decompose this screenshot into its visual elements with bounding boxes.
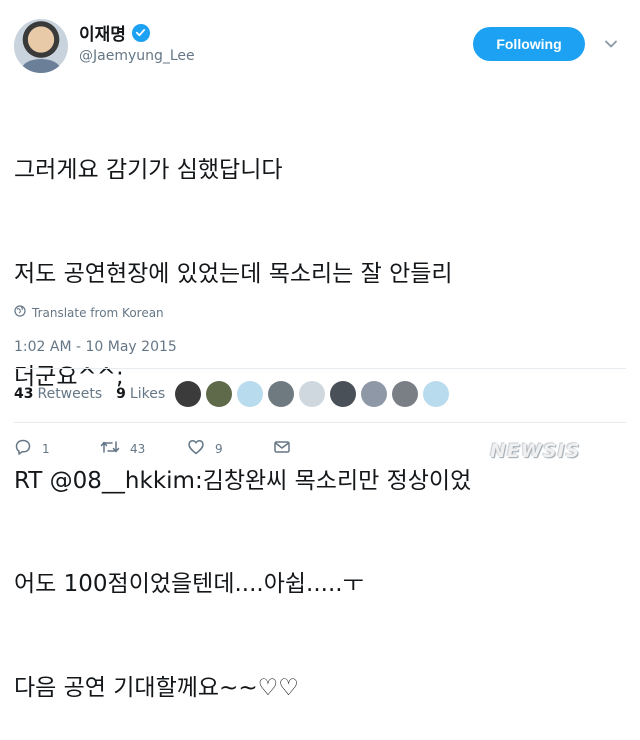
tweet-line: 저도 공연현장에 있었는데 목소리는 잘 안들리 <box>14 260 453 287</box>
retweets-label: Retweets <box>37 386 103 402</box>
envelope-icon <box>273 439 291 458</box>
globe-icon <box>14 305 26 320</box>
reply-count: 1 <box>42 441 50 456</box>
retweet-count: 43 <box>130 441 146 456</box>
likes-label: Likes <box>129 386 166 402</box>
name-row: 이재명 <box>79 20 150 45</box>
liker-avatar[interactable] <box>206 381 232 407</box>
likes-count: 9 <box>116 386 126 402</box>
newsis-watermark: NEWSIS <box>490 440 581 462</box>
likes-stat[interactable]: 9 Likes <box>116 386 165 402</box>
tweet-line: 다음 공연 기대할께요~~♡♡ <box>14 674 299 701</box>
liker-avatar[interactable] <box>268 381 294 407</box>
liker-avatar[interactable] <box>330 381 356 407</box>
heart-icon <box>187 438 205 459</box>
tweet-line: 어도 100점이었을텐데....아쉽.....ㅜ <box>14 571 364 597</box>
tweet-timestamp[interactable]: 1:02 AM - 10 May 2015 <box>14 339 177 355</box>
like-button[interactable]: 9 <box>187 438 273 459</box>
retweet-icon <box>100 438 120 459</box>
reply-icon <box>14 438 32 459</box>
display-name[interactable]: 이재명 <box>79 20 126 45</box>
chevron-down-icon[interactable] <box>604 36 618 50</box>
reply-button[interactable]: 1 <box>14 438 100 459</box>
liker-avatar[interactable] <box>392 381 418 407</box>
retweets-count: 43 <box>14 386 34 402</box>
liker-avatar[interactable] <box>175 381 201 407</box>
like-count: 9 <box>215 441 223 456</box>
avatar-shirt <box>22 59 60 73</box>
divider <box>14 422 626 423</box>
translate-link[interactable]: Translate from Korean <box>14 305 164 320</box>
tweet-line: 그러게요 감기가 심했답니다 <box>14 157 283 183</box>
retweet-button[interactable]: 43 <box>100 438 187 459</box>
liker-avatar[interactable] <box>361 381 387 407</box>
liker-avatar[interactable] <box>299 381 325 407</box>
divider <box>14 368 626 369</box>
user-handle[interactable]: @Jaemyung_Lee <box>79 48 195 64</box>
avatar[interactable] <box>14 19 68 73</box>
liker-avatars <box>175 381 449 407</box>
engagement-stats: 43 Retweets 9 Likes <box>14 386 165 402</box>
tweet-text: 그러게요 감기가 심했답니다 저도 공연현장에 있었는데 목소리는 잘 안들리 … <box>14 84 630 740</box>
liker-avatar[interactable] <box>423 381 449 407</box>
liker-avatar[interactable] <box>237 381 263 407</box>
direct-message-button[interactable] <box>273 439 291 458</box>
following-button[interactable]: Following <box>473 27 585 61</box>
retweets-stat[interactable]: 43 Retweets <box>14 386 102 402</box>
tweet-actions: 1 43 9 <box>14 438 291 459</box>
verified-badge-icon <box>131 23 150 42</box>
translate-label: Translate from Korean <box>32 305 164 320</box>
